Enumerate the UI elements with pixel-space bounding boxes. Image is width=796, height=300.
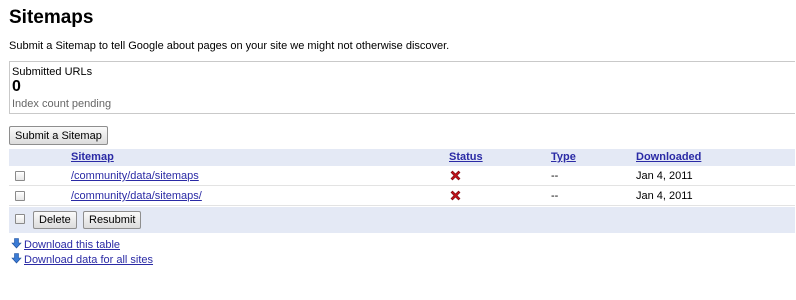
sitemap-link[interactable]: /community/data/sitemaps bbox=[71, 170, 199, 182]
type-cell: -- bbox=[551, 190, 559, 202]
download-arrow-icon bbox=[11, 238, 22, 249]
table-actions-bar: Delete Resubmit bbox=[9, 207, 795, 233]
downloaded-cell: Jan 4, 2011 bbox=[636, 170, 693, 182]
submitted-urls-label: Submitted URLs bbox=[12, 66, 93, 78]
download-all-sites-label[interactable]: Download data for all sites bbox=[24, 254, 153, 266]
sitemap-link[interactable]: /community/data/sitemaps/ bbox=[71, 190, 202, 202]
column-header-sitemap[interactable]: Sitemap bbox=[71, 151, 114, 163]
error-x-icon bbox=[450, 190, 461, 201]
download-table-link[interactable]: Download this table bbox=[11, 238, 120, 251]
submitted-urls-count: 0 bbox=[12, 78, 21, 95]
type-cell: -- bbox=[551, 170, 559, 182]
download-table-label[interactable]: Download this table bbox=[24, 239, 120, 251]
page-title: Sitemaps bbox=[9, 7, 94, 28]
column-header-status[interactable]: Status bbox=[449, 151, 483, 163]
delete-button[interactable]: Delete bbox=[33, 211, 77, 229]
submit-sitemap-button[interactable]: Submit a Sitemap bbox=[9, 126, 108, 145]
row-checkbox[interactable] bbox=[15, 171, 25, 181]
column-header-type[interactable]: Type bbox=[551, 151, 576, 163]
intro-text: Submit a Sitemap to tell Google about pa… bbox=[9, 40, 450, 52]
row-checkbox[interactable] bbox=[15, 191, 25, 201]
resubmit-button[interactable]: Resubmit bbox=[83, 211, 142, 229]
downloaded-cell: Jan 4, 2011 bbox=[636, 190, 693, 202]
download-all-sites-link[interactable]: Download data for all sites bbox=[11, 253, 153, 266]
download-arrow-icon bbox=[11, 253, 22, 264]
submitted-urls-panel: Submitted URLs 0 Index count pending bbox=[9, 61, 795, 114]
table-header: Sitemap Status Type Downloaded bbox=[9, 149, 795, 166]
table-row: /community/data/sitemaps -- Jan 4, 2011 bbox=[9, 166, 795, 186]
table-row: /community/data/sitemaps/ -- Jan 4, 2011 bbox=[9, 186, 795, 206]
error-x-icon bbox=[450, 170, 461, 181]
index-count-note: Index count pending bbox=[12, 98, 112, 110]
select-all-checkbox[interactable] bbox=[15, 214, 25, 224]
column-header-downloaded[interactable]: Downloaded bbox=[636, 151, 701, 163]
